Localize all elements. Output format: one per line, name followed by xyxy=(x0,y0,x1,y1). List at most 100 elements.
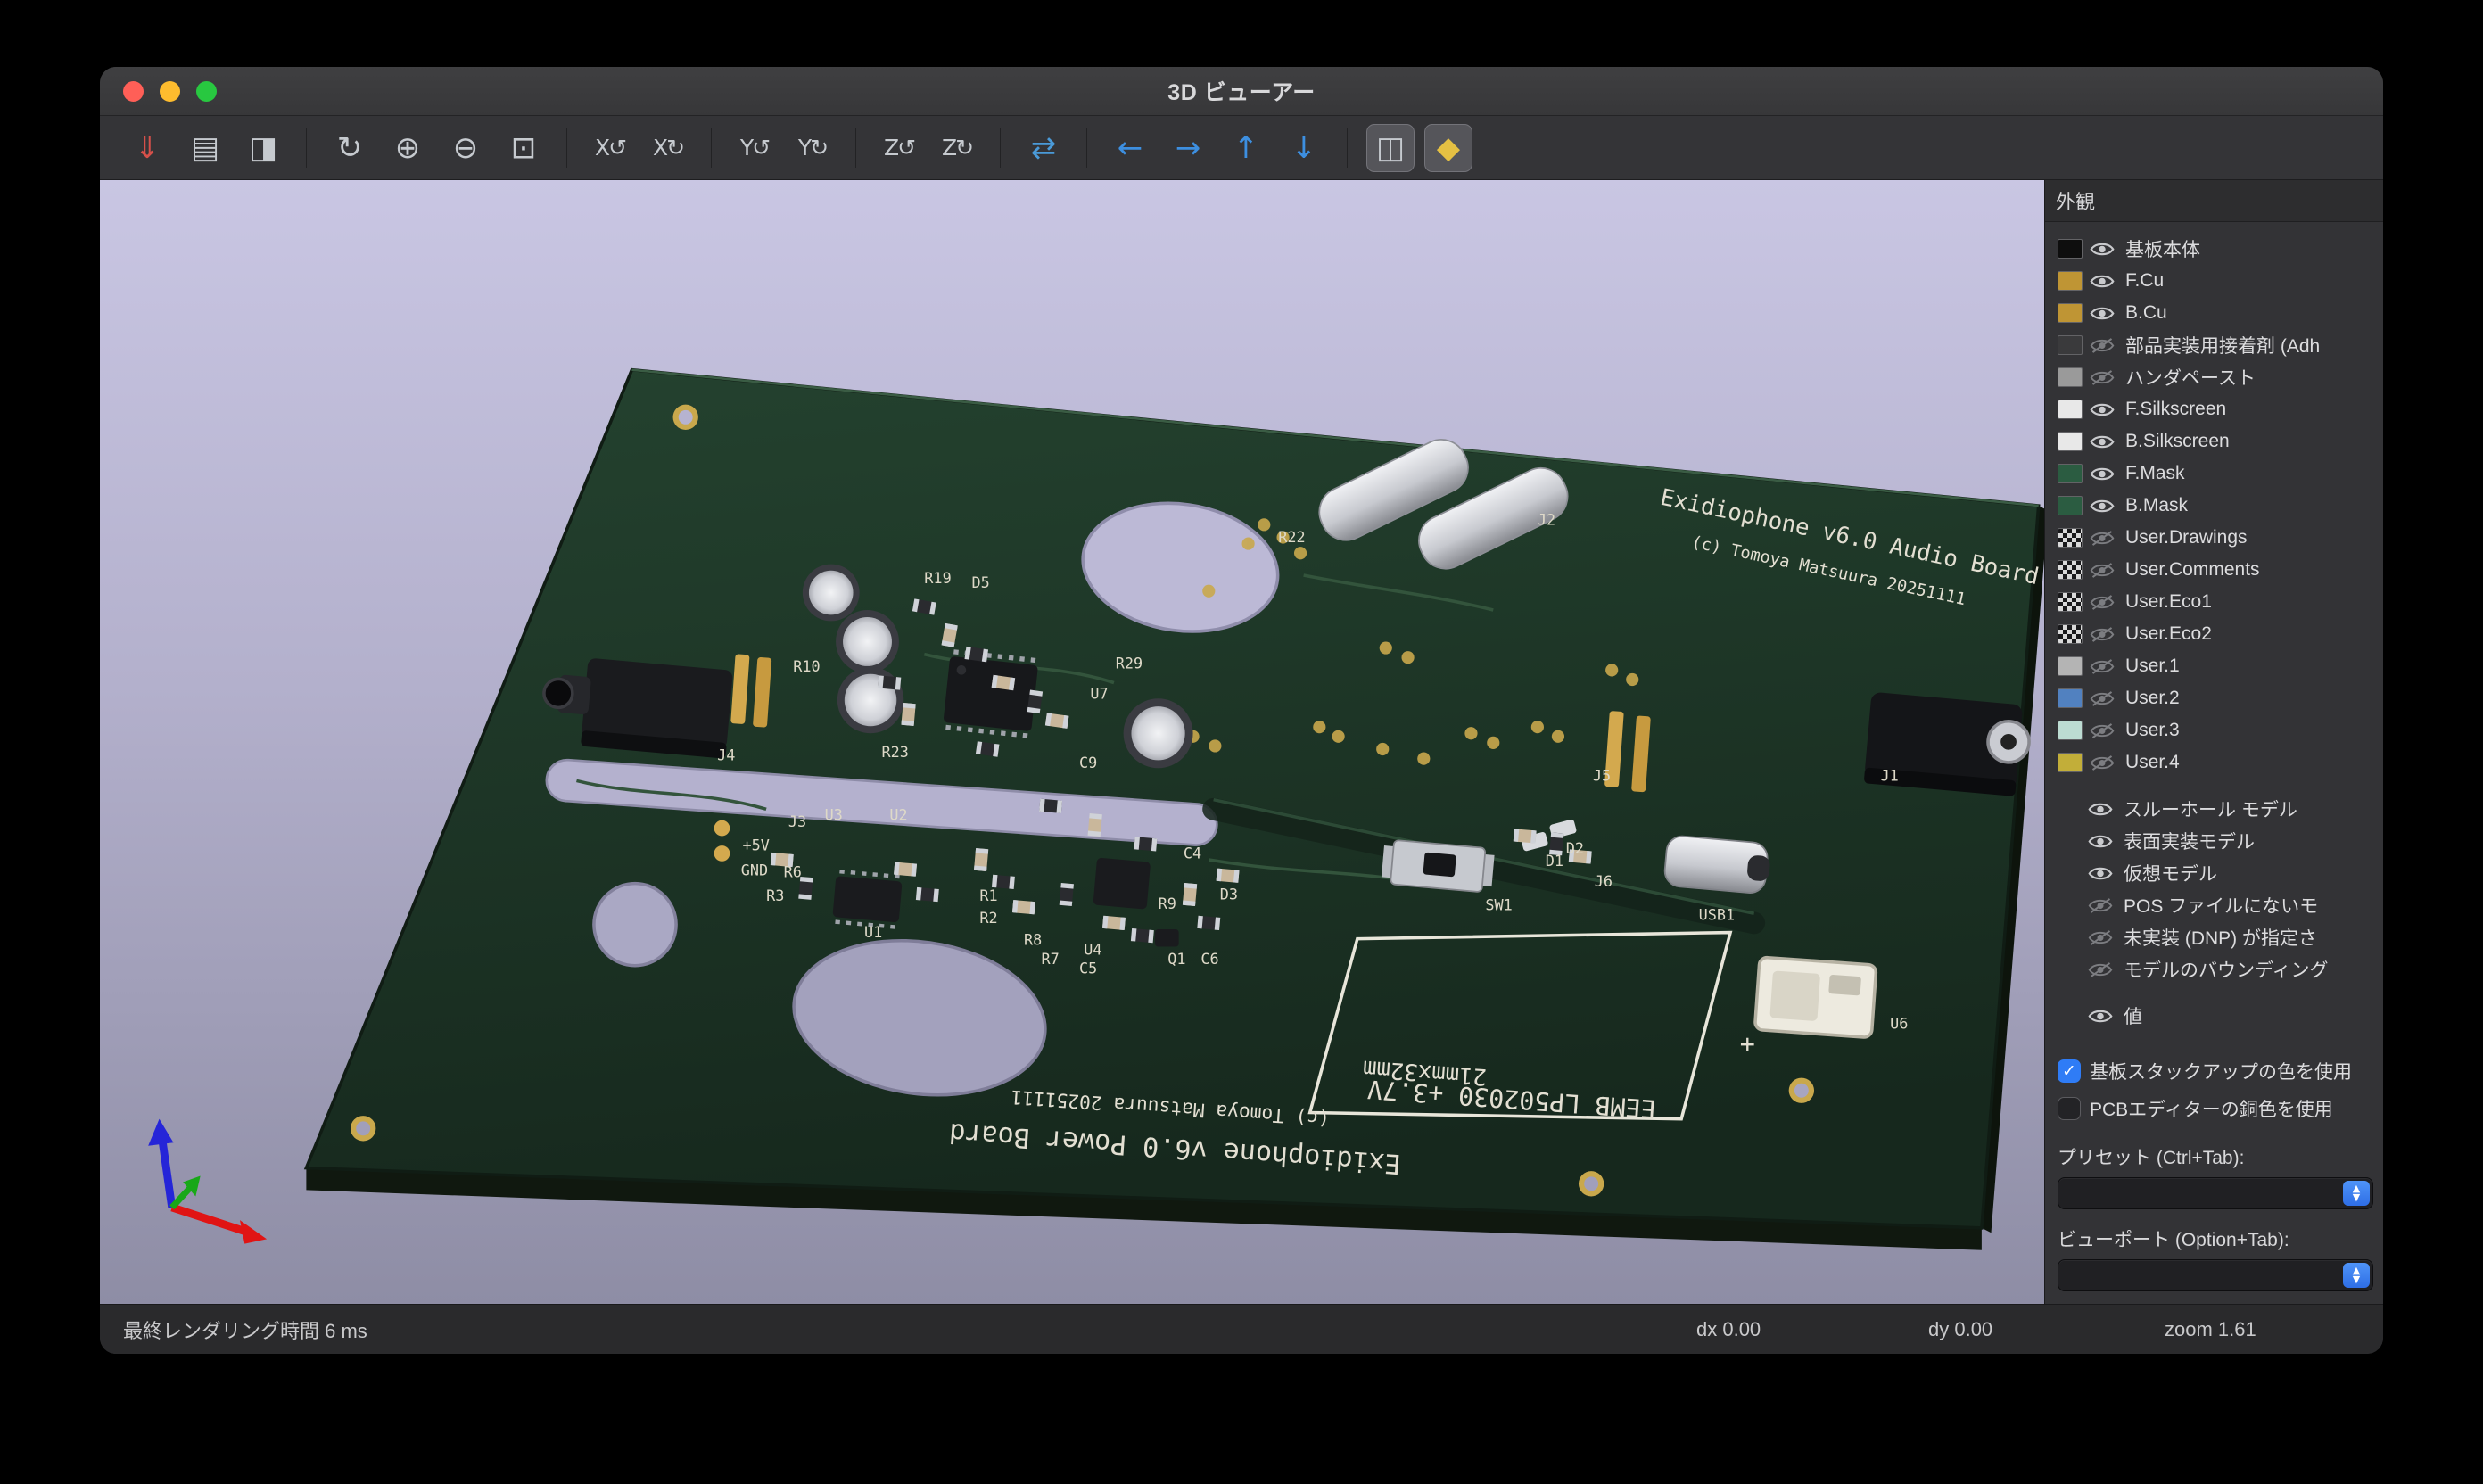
maximize-button[interactable] xyxy=(196,81,217,102)
visibility-eye-off-icon[interactable] xyxy=(2088,897,2115,914)
rotate-x-cw-button[interactable]: X↻ xyxy=(644,124,692,172)
layer-color-swatch[interactable] xyxy=(2058,367,2083,387)
layer-row[interactable]: ハンダペースト xyxy=(2058,361,2383,393)
visibility-eye-icon[interactable] xyxy=(2090,466,2116,482)
zoom-in-button[interactable]: ⊕ xyxy=(384,124,432,172)
visibility-eye-icon[interactable] xyxy=(2088,865,2115,882)
layer-row[interactable]: User.4 xyxy=(2058,746,2383,779)
layer-color-swatch[interactable] xyxy=(2058,271,2083,291)
model-option-row[interactable]: スルーホール モデル xyxy=(2058,793,2383,825)
visibility-eye-off-icon[interactable] xyxy=(2090,626,2116,643)
rotate-z-ccw-button[interactable]: Z↺ xyxy=(875,124,923,172)
visibility-eye-icon[interactable] xyxy=(2090,433,2116,450)
viewport-select[interactable]: ▲▼ xyxy=(2058,1259,2373,1291)
layer-row[interactable]: User.Eco2 xyxy=(2058,618,2383,650)
layer-color-swatch[interactable] xyxy=(2058,592,2083,612)
layer-row[interactable]: B.Silkscreen xyxy=(2058,425,2383,458)
redraw-button[interactable]: ↻ xyxy=(326,124,374,172)
visibility-eye-off-icon[interactable] xyxy=(2090,594,2116,611)
model-option-row[interactable]: モデルのバウンディング xyxy=(2058,953,2383,985)
preset-select[interactable]: ▲▼ xyxy=(2058,1177,2373,1209)
pan-right-button[interactable]: → xyxy=(1164,124,1212,172)
visibility-eye-icon[interactable] xyxy=(2090,401,2116,418)
checkbox-unchecked[interactable] xyxy=(2058,1097,2081,1120)
checkbox-row[interactable]: PCBエディターの銅色を使用 xyxy=(2058,1090,2383,1127)
model-option-row[interactable]: 未実装 (DNP) が指定さ xyxy=(2058,921,2383,953)
layer-row[interactable]: F.Mask xyxy=(2058,458,2383,490)
layer-row[interactable]: User.1 xyxy=(2058,650,2383,682)
visibility-eye-icon[interactable] xyxy=(2090,305,2116,322)
layer-row[interactable]: User.3 xyxy=(2058,714,2383,746)
pan-down-button[interactable]: ↓ xyxy=(1280,124,1328,172)
visibility-eye-off-icon[interactable] xyxy=(2090,722,2116,739)
layer-row[interactable]: 部品実装用接着剤 (Adh xyxy=(2058,329,2383,361)
layer-row[interactable]: F.Cu xyxy=(2058,265,2383,297)
visibility-eye-off-icon[interactable] xyxy=(2090,754,2116,771)
reload-board-button[interactable]: ⇓ xyxy=(123,124,171,172)
row-label: User.Eco2 xyxy=(2125,623,2212,645)
layer-row[interactable]: User.Drawings xyxy=(2058,522,2383,554)
pan-up-button[interactable]: ↑ xyxy=(1222,124,1270,172)
layer-row[interactable]: 基板本体 xyxy=(2058,233,2383,265)
layer-row[interactable]: B.Cu xyxy=(2058,297,2383,329)
close-button[interactable] xyxy=(123,81,144,102)
appearance-toggle-button[interactable]: ◆ xyxy=(1424,124,1472,172)
viewport-3d[interactable]: Exidiophone v6.0 Audio Board (c) Tomoya … xyxy=(100,180,2044,1304)
layer-color-swatch[interactable] xyxy=(2058,753,2083,772)
pan-left-button[interactable]: ← xyxy=(1106,124,1154,172)
layer-color-swatch[interactable] xyxy=(2058,688,2083,708)
minimize-button[interactable] xyxy=(160,81,180,102)
layer-row[interactable]: User.2 xyxy=(2058,682,2383,714)
model-option-row[interactable]: 表面実装モデル xyxy=(2058,825,2383,857)
layer-color-swatch[interactable] xyxy=(2058,624,2083,644)
layer-row[interactable]: F.Silkscreen xyxy=(2058,393,2383,425)
zoom-out-button[interactable]: ⊖ xyxy=(441,124,490,172)
layer-color-swatch[interactable] xyxy=(2058,496,2083,515)
zoom-fit-button[interactable]: ⊡ xyxy=(499,124,548,172)
checkbox-row[interactable]: ✓基板スタックアップの色を使用 xyxy=(2058,1052,2383,1090)
value-row-list: 値 xyxy=(2058,1000,2383,1032)
visibility-eye-off-icon[interactable] xyxy=(2088,961,2115,978)
flip-view-button[interactable]: ⇄ xyxy=(1019,124,1068,172)
checkbox-checked[interactable]: ✓ xyxy=(2058,1059,2081,1083)
model-option-row[interactable]: 仮想モデル xyxy=(2058,857,2383,889)
layer-color-swatch[interactable] xyxy=(2058,335,2083,355)
title-bar[interactable]: 3D ビューアー xyxy=(100,67,2383,116)
rotate-y-cw-button[interactable]: Y↻ xyxy=(788,124,837,172)
value-row[interactable]: 値 xyxy=(2058,1000,2383,1032)
row-label: 部品実装用接着剤 (Adh xyxy=(2125,332,2320,359)
layer-color-swatch[interactable] xyxy=(2058,303,2083,323)
ortho-projection-button[interactable]: ◫ xyxy=(1366,124,1415,172)
rotate-z-cw-button[interactable]: Z↻ xyxy=(933,124,981,172)
rotate-y-ccw-button[interactable]: Y↺ xyxy=(730,124,779,172)
visibility-eye-off-icon[interactable] xyxy=(2090,369,2116,386)
layer-row[interactable]: User.Comments xyxy=(2058,554,2383,586)
visibility-eye-off-icon[interactable] xyxy=(2088,929,2115,946)
layer-color-swatch[interactable] xyxy=(2058,432,2083,451)
layer-color-swatch[interactable] xyxy=(2058,560,2083,580)
visibility-eye-icon[interactable] xyxy=(2090,241,2116,258)
visibility-eye-icon[interactable] xyxy=(2088,801,2115,818)
layer-color-swatch[interactable] xyxy=(2058,528,2083,548)
copy-image-button[interactable]: ▤ xyxy=(181,124,229,172)
rotate-x-ccw-button[interactable]: X↺ xyxy=(586,124,634,172)
visibility-eye-off-icon[interactable] xyxy=(2090,562,2116,579)
layer-row[interactable]: User.Eco1 xyxy=(2058,586,2383,618)
model-option-row[interactable]: POS ファイルにないモ xyxy=(2058,889,2383,921)
layer-color-swatch[interactable] xyxy=(2058,464,2083,483)
visibility-eye-icon[interactable] xyxy=(2090,273,2116,290)
visibility-eye-icon[interactable] xyxy=(2088,833,2115,850)
visibility-eye-off-icon[interactable] xyxy=(2090,337,2116,354)
visibility-eye-icon[interactable] xyxy=(2088,1008,2115,1025)
visibility-eye-off-icon[interactable] xyxy=(2090,690,2116,707)
layers-list: 基板本体F.CuB.Cu 部品実装用接着剤 (AdhハンダペーストF.Silksc… xyxy=(2058,233,2383,779)
visibility-eye-off-icon[interactable] xyxy=(2090,658,2116,675)
layer-color-swatch[interactable] xyxy=(2058,721,2083,740)
visibility-eye-off-icon[interactable] xyxy=(2090,530,2116,547)
visibility-eye-icon[interactable] xyxy=(2090,498,2116,515)
layer-color-swatch[interactable] xyxy=(2058,239,2083,259)
layer-color-swatch[interactable] xyxy=(2058,400,2083,419)
layer-color-swatch[interactable] xyxy=(2058,656,2083,676)
layer-row[interactable]: B.Mask xyxy=(2058,490,2383,522)
raytracing-button[interactable]: ◨ xyxy=(239,124,287,172)
